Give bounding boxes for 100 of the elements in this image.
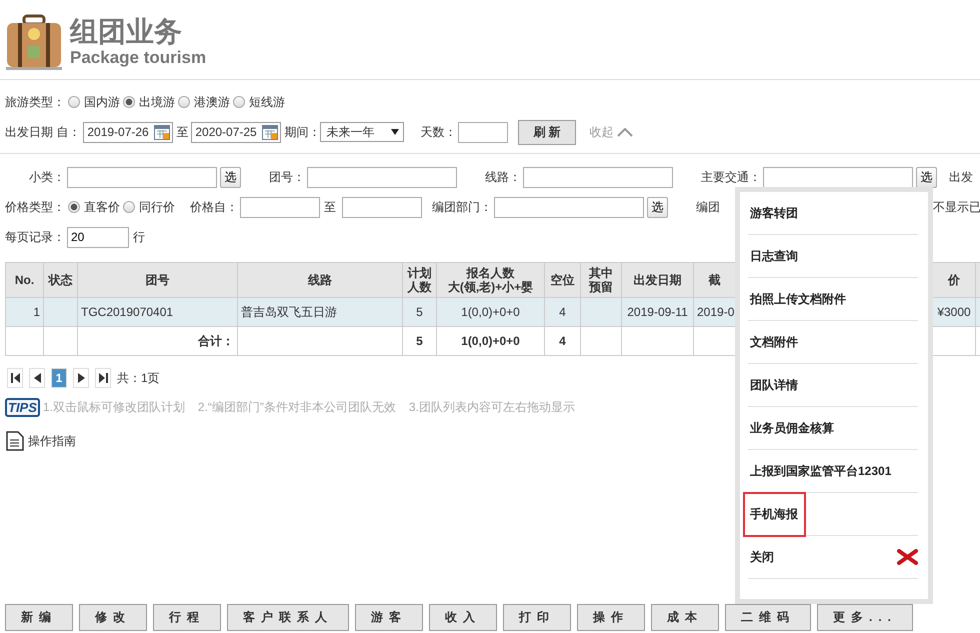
input-field[interactable] — [67, 166, 217, 188]
action-button[interactable]: 收入 — [429, 604, 497, 631]
date-field[interactable]: 2019-07-26 — [83, 122, 174, 142]
menu-item[interactable]: 团队详情 — [743, 362, 806, 408]
menu-item[interactable]: 游客转团 — [743, 190, 806, 236]
next-page-button[interactable] — [73, 368, 89, 388]
input-field[interactable] — [342, 196, 422, 218]
previous-page-button[interactable] — [29, 368, 45, 388]
action-button[interactable]: 客户联系人 — [227, 604, 349, 631]
input-field[interactable] — [240, 196, 320, 218]
field-label: 期间： — [284, 124, 320, 140]
table-cell: 1(0,0)+0+0 — [461, 334, 520, 348]
field-label: 编团 — [696, 198, 720, 216]
radio-button[interactable] — [68, 201, 80, 213]
column-header: 状态 — [48, 273, 72, 287]
column-header: 报名人数 大(领,老)+小+婴 — [448, 266, 534, 294]
input-field[interactable]: 20 — [67, 226, 129, 248]
option-label: 国内游 — [84, 94, 120, 110]
table-cell: 2019-0 — [697, 305, 734, 319]
period-select[interactable]: 未来一年 — [320, 122, 404, 142]
column-header: 其中 预留 — [589, 266, 613, 294]
field-label: 行 — [133, 228, 145, 246]
next-icon — [78, 373, 84, 383]
column-header: 线路 — [308, 273, 332, 287]
field-label: 天数： — [420, 124, 456, 140]
column-header: 团号 — [146, 273, 170, 287]
table-cell: ¥3000 — [937, 305, 971, 319]
input-field[interactable] — [494, 196, 644, 218]
field-label: 团号： — [269, 168, 305, 186]
menu-item[interactable]: 日志查询 — [743, 234, 806, 278]
last-page-button[interactable] — [95, 368, 111, 388]
tip-text: 3.团队列表内容可左右拖动显示 — [408, 399, 575, 416]
chevron-up-icon[interactable] — [616, 128, 633, 136]
tips-badge: TIPS — [5, 398, 40, 417]
previous-icon — [34, 373, 40, 383]
menu-item[interactable]: 手机海报 — [743, 492, 806, 536]
action-button[interactable]: 成本 — [651, 604, 719, 631]
field-label: 至 — [324, 198, 336, 216]
action-button[interactable]: 游客 — [355, 604, 423, 631]
field-label: 小类： — [28, 168, 65, 186]
field-label: 编团部门： — [432, 198, 492, 216]
table-cell: 4 — [559, 305, 566, 319]
radio-button[interactable] — [68, 96, 80, 108]
tip-text: 1.双击鼠标可修改团队计划 — [42, 399, 185, 416]
input-field[interactable] — [523, 166, 673, 188]
pick-button[interactable]: 选 — [916, 166, 937, 188]
table-cell: 合计： — [198, 334, 234, 348]
radio-button[interactable] — [123, 201, 135, 213]
page-count: 共：1页 — [117, 370, 160, 386]
radio-button[interactable] — [178, 96, 190, 108]
action-button[interactable]: 行程 — [153, 604, 221, 631]
close-icon[interactable] — [897, 549, 918, 565]
first-page-button[interactable] — [7, 368, 23, 388]
column-header: 空位 — [550, 273, 574, 287]
menu-item[interactable]: 业务员佣金核算 — [743, 406, 842, 450]
column-header: 计划 人数 — [408, 266, 432, 294]
guide-link[interactable]: 操作指南 — [28, 432, 76, 450]
pick-button[interactable]: 选 — [647, 196, 668, 218]
action-button[interactable]: 打印 — [503, 604, 571, 631]
date-field[interactable]: 2020-07-25 — [191, 122, 282, 142]
suitcase-icon — [4, 12, 64, 72]
field-label: 线路： — [485, 168, 521, 186]
pick-button[interactable]: 选 — [220, 166, 241, 188]
action-button[interactable]: 更多... — [817, 604, 914, 631]
field-label: 至 — [176, 124, 188, 140]
action-button[interactable]: 新编 — [5, 604, 73, 631]
table-cell: 1 — [33, 305, 40, 319]
field-label: 出发 — [949, 168, 973, 186]
option-label: 港澳游 — [194, 94, 230, 110]
menu-item[interactable]: 关闭 — [743, 534, 782, 580]
document-icon[interactable] — [6, 431, 24, 451]
table-cell: 普吉岛双飞五日游 — [241, 304, 337, 318]
field-label: 主要交通： — [701, 168, 761, 186]
first-page-icon — [10, 373, 20, 383]
action-button[interactable]: 二维码 — [725, 604, 811, 631]
input-field[interactable] — [307, 166, 457, 188]
page-title: 组团业务 — [70, 16, 183, 48]
refresh-button[interactable]: 刷 新 — [518, 120, 576, 144]
action-button[interactable]: 修改 — [79, 604, 147, 631]
radio-button[interactable] — [123, 96, 135, 108]
column-header: 出发日期 — [634, 273, 682, 287]
dropdown-caret-icon — [391, 129, 400, 135]
input-field[interactable] — [763, 166, 913, 188]
option-label: 短线游 — [249, 94, 285, 110]
menu-item[interactable]: 上报到国家监管平台12301 — [743, 448, 900, 494]
tip-text: 2.“编团部门”条件对非本公司团队无效 — [198, 399, 396, 416]
radio-button[interactable] — [233, 96, 245, 108]
column-header: No. — [14, 273, 34, 287]
last-page-icon — [98, 373, 108, 383]
action-button[interactable]: 操作 — [577, 604, 645, 631]
table-cell: 1(0,0)+0+0 — [461, 305, 520, 319]
field-label: 价格自： — [190, 198, 238, 216]
option-label: 出境游 — [139, 94, 175, 110]
input-field[interactable] — [458, 122, 508, 142]
field-label: 不显示已 — [933, 198, 980, 216]
table-cell: 5 — [416, 305, 423, 319]
calendar-icon[interactable] — [262, 124, 278, 140]
table-cell: 5 — [416, 334, 423, 348]
table-cell: TGC2019070401 — [81, 305, 174, 319]
calendar-icon[interactable] — [154, 124, 170, 140]
